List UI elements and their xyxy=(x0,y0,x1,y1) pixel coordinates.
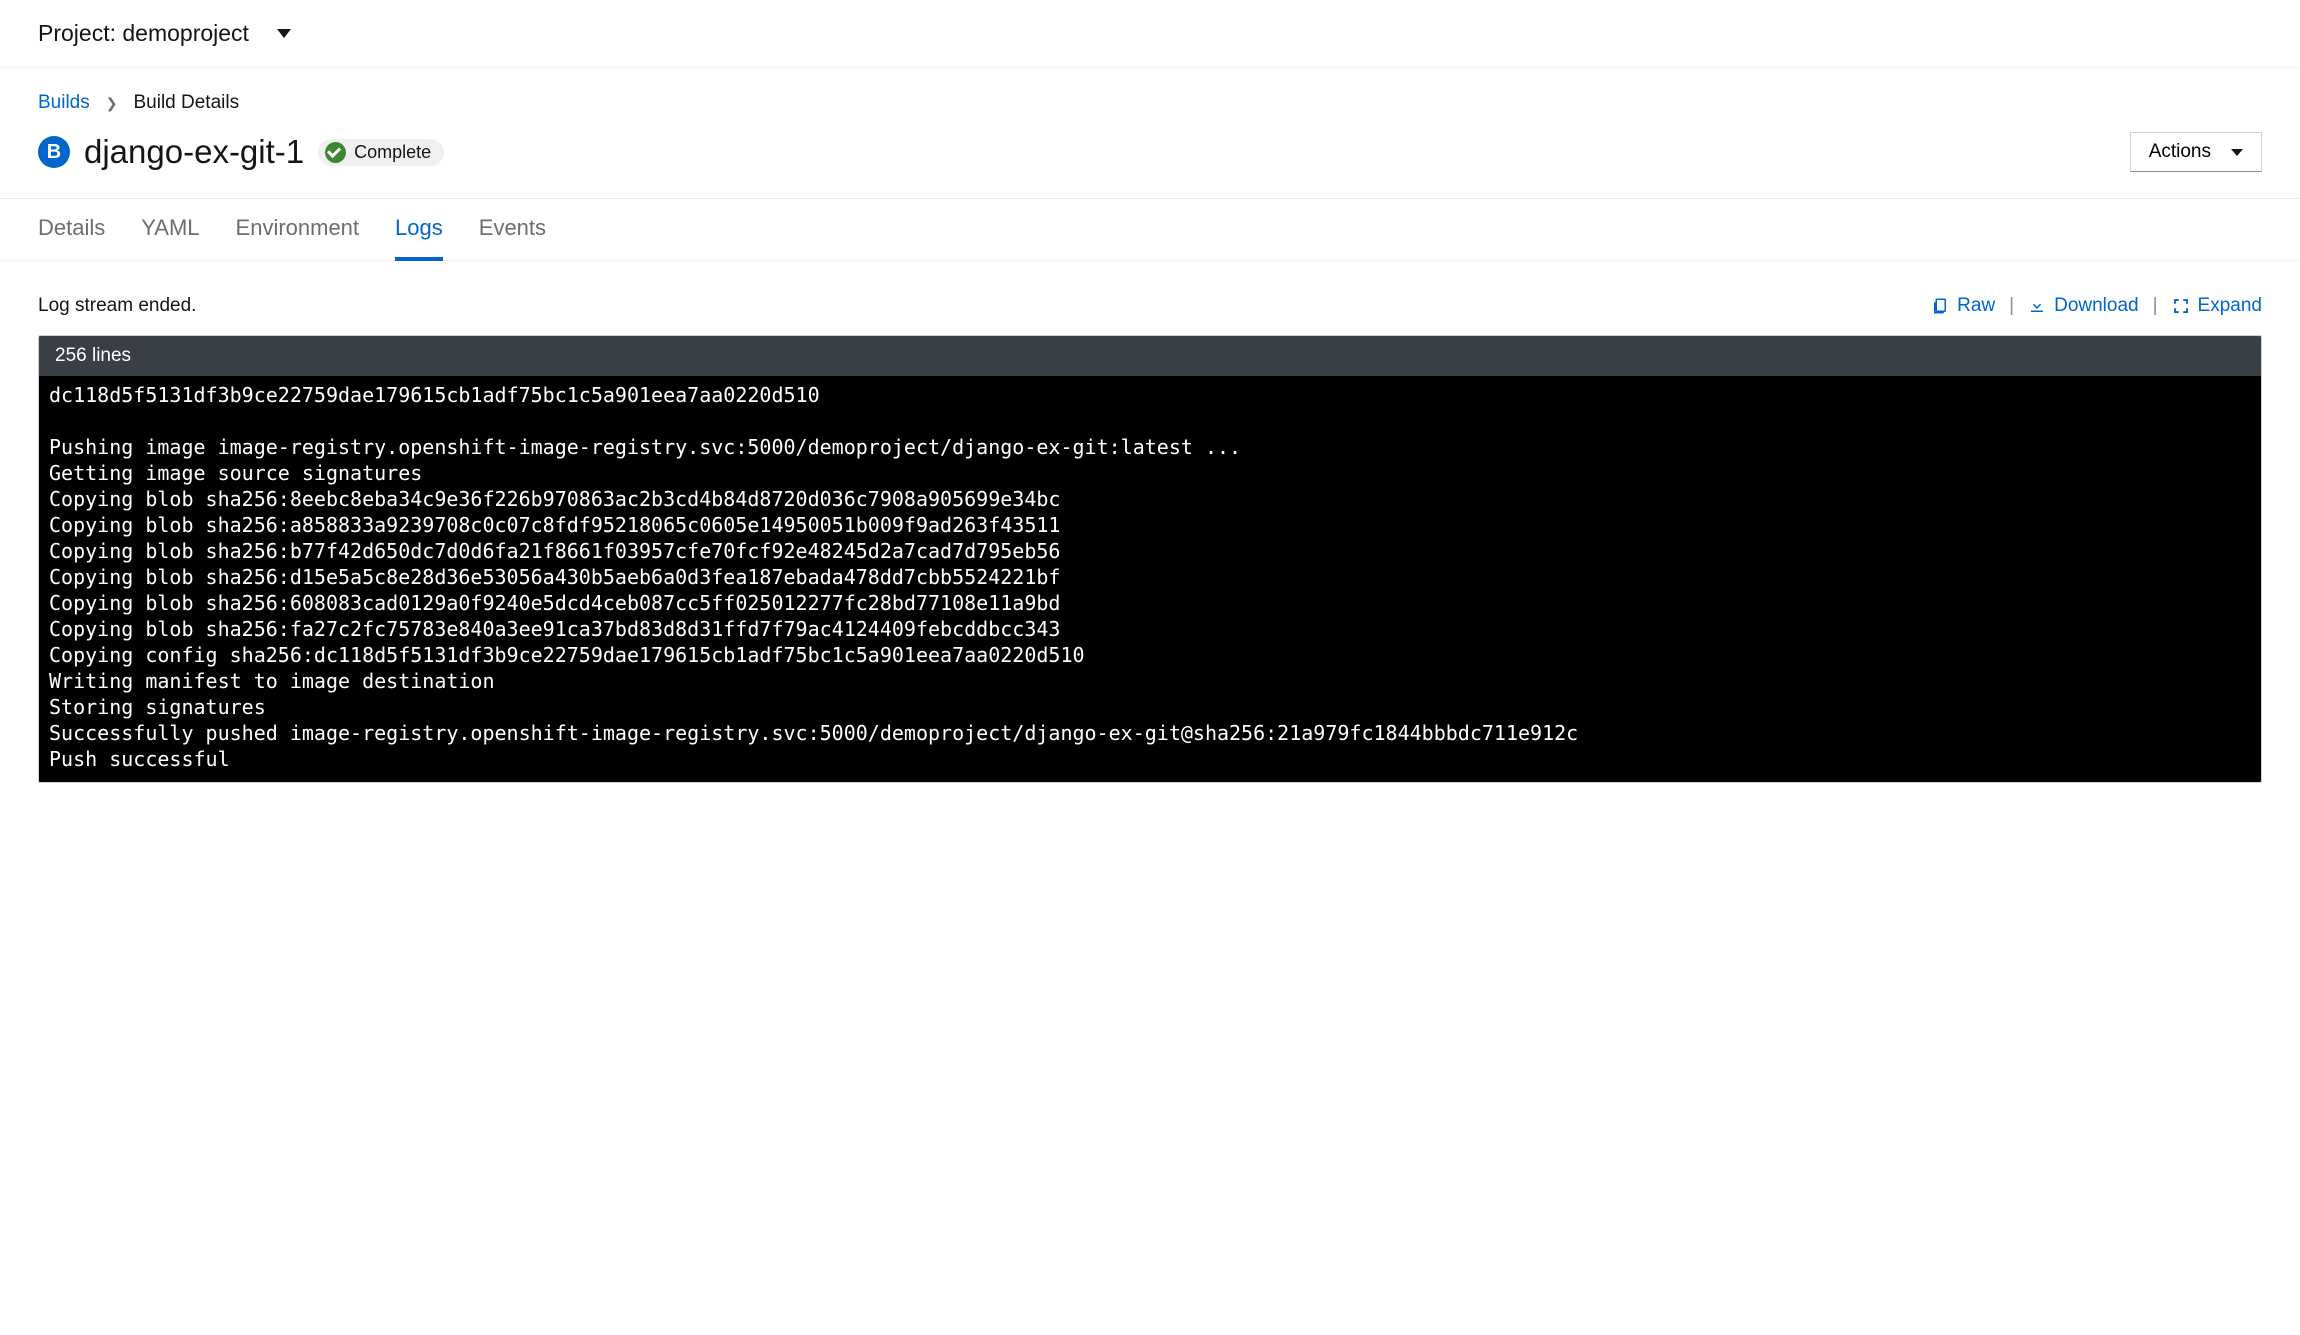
tabs: Details YAML Environment Logs Events xyxy=(0,198,2300,261)
build-type-icon: B xyxy=(38,136,70,168)
caret-down-icon xyxy=(277,29,291,38)
actions-dropdown-button[interactable]: Actions xyxy=(2130,132,2262,172)
log-toolbar: Log stream ended. Raw | Download | Expan… xyxy=(38,295,2262,317)
tab-logs[interactable]: Logs xyxy=(395,199,443,261)
log-line: Copying blob sha256:a858833a9239708c0c07… xyxy=(49,512,2251,538)
log-line: Successfully pushed image-registry.opens… xyxy=(49,720,2251,746)
log-line: Writing manifest to image destination xyxy=(49,668,2251,694)
actions-label: Actions xyxy=(2149,141,2211,163)
tab-yaml[interactable]: YAML xyxy=(141,199,199,261)
log-line: Copying blob sha256:b77f42d650dc7d0d6fa2… xyxy=(49,538,2251,564)
separator: | xyxy=(2153,295,2158,317)
log-line: Copying config sha256:dc118d5f5131df3b9c… xyxy=(49,642,2251,668)
title-row: B django-ex-git-1 Complete Actions xyxy=(38,132,2262,198)
log-line: Copying blob sha256:8eebc8eba34c9e36f226… xyxy=(49,486,2251,512)
log-line-count: 256 lines xyxy=(39,336,2261,376)
project-label: Project: demoproject xyxy=(38,20,249,47)
log-line: Copying blob sha256:fa27c2fc75783e840a3e… xyxy=(49,616,2251,642)
log-line: Getting image source signatures xyxy=(49,460,2251,486)
expand-link[interactable]: Expand xyxy=(2172,295,2262,317)
status-text: Complete xyxy=(354,142,431,163)
log-actions: Raw | Download | Expand xyxy=(1931,295,2262,317)
expand-icon xyxy=(2172,297,2190,315)
log-line: Copying blob sha256:608083cad0129a0f9240… xyxy=(49,590,2251,616)
log-line: Pushing image image-registry.openshift-i… xyxy=(49,434,2251,460)
download-link[interactable]: Download xyxy=(2028,295,2139,317)
tab-details[interactable]: Details xyxy=(38,199,105,261)
copy-icon xyxy=(1931,297,1949,315)
log-line xyxy=(49,408,2251,434)
download-icon xyxy=(2028,297,2046,315)
topbar: Project: demoproject xyxy=(0,0,2300,68)
log-line: Copying blob sha256:d15e5a5c8e28d36e5305… xyxy=(49,564,2251,590)
log-section: Log stream ended. Raw | Download | Expan… xyxy=(38,261,2262,783)
page-title: django-ex-git-1 xyxy=(84,133,304,171)
project-selector[interactable]: Project: demoproject xyxy=(38,20,291,47)
log-container: 256 lines ••••••••••••dc118d5f5131df3b9c… xyxy=(38,335,2262,783)
check-circle-icon xyxy=(325,142,346,163)
raw-link[interactable]: Raw xyxy=(1931,295,1995,317)
breadcrumb-current: Build Details xyxy=(133,92,239,114)
log-stream-status: Log stream ended. xyxy=(38,295,196,317)
tab-environment[interactable]: Environment xyxy=(236,199,360,261)
log-line: Storing signatures xyxy=(49,694,2251,720)
breadcrumb-root-link[interactable]: Builds xyxy=(38,92,90,114)
tab-events[interactable]: Events xyxy=(479,199,546,261)
log-line: Push successful xyxy=(49,746,2251,772)
log-line: dc118d5f5131df3b9ce22759dae179615cb1adf7… xyxy=(49,382,2251,408)
log-body[interactable]: ••••••••••••dc118d5f5131df3b9ce22759dae1… xyxy=(39,376,2261,782)
status-badge: Complete xyxy=(318,139,444,166)
separator: | xyxy=(2009,295,2014,317)
chevron-right-icon: ❯ xyxy=(106,95,118,112)
caret-down-icon xyxy=(2231,149,2243,156)
breadcrumb: Builds ❯ Build Details xyxy=(38,92,2262,114)
